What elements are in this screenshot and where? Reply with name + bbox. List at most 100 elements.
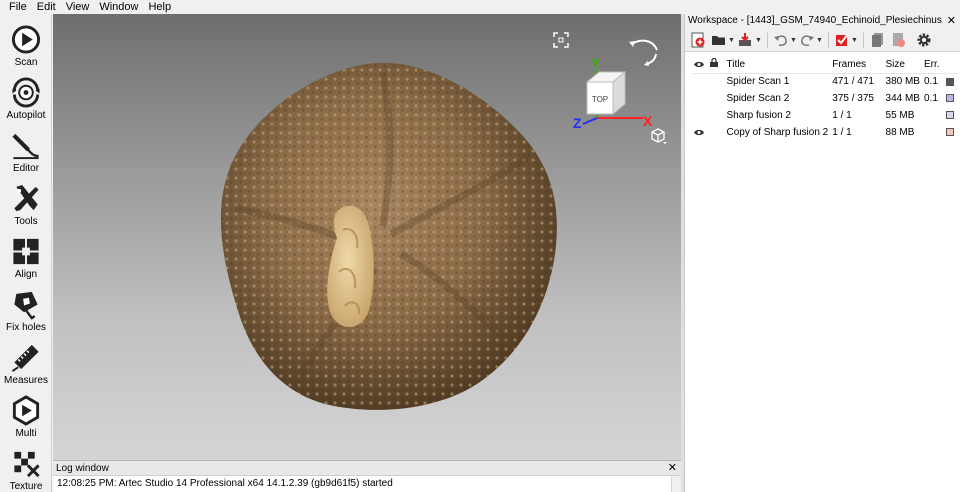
delete-icon[interactable]: [890, 32, 906, 48]
tool-label: Tools: [14, 216, 38, 227]
frames-column-header[interactable]: Frames: [830, 56, 884, 74]
chevron-down-icon[interactable]: ▼: [728, 37, 735, 44]
title-cell: Sharp fusion 2: [726, 110, 792, 121]
title-cell: Copy of Sharp fusion 2: [726, 127, 829, 138]
lock-column-header[interactable]: [707, 56, 725, 74]
toolbar-separator: [828, 32, 829, 48]
log-window-titlebar: Log window ✕: [53, 461, 681, 476]
err-cell: [922, 107, 944, 124]
visibility-cell[interactable]: [692, 73, 708, 90]
err-cell: 0.1: [923, 93, 938, 104]
chevron-down-icon[interactable]: ▼: [851, 37, 858, 44]
menu-bar: File Edit View Window Help: [0, 0, 684, 14]
color-cell[interactable]: [944, 90, 958, 107]
color-swatch[interactable]: [945, 94, 954, 103]
log-window: Log window ✕ 12:08:25 PM: Artec Studio 1…: [53, 460, 681, 492]
table-row[interactable]: Copy of Sharp fusion 2 1 / 1 88 MB: [692, 124, 958, 141]
menu-help[interactable]: Help: [143, 0, 176, 14]
close-icon[interactable]: ✕: [668, 461, 677, 475]
tool-label: Align: [14, 269, 38, 280]
redo-icon[interactable]: [799, 32, 815, 48]
size-cell: 344 MB: [885, 93, 920, 104]
import-icon[interactable]: [737, 32, 753, 48]
tool-tools[interactable]: Tools: [0, 175, 52, 227]
color-cell[interactable]: [944, 124, 958, 141]
tool-label: Editor: [12, 163, 40, 174]
workspace-titlebar: Workspace - [1443]_GSM_74940_Echinoid_Pl…: [685, 14, 960, 28]
visibility-column-header[interactable]: [692, 56, 708, 74]
tool-autopilot[interactable]: Autopilot: [0, 69, 52, 121]
eye-icon: [694, 129, 704, 135]
fit-to-view-icon[interactable]: [553, 32, 569, 48]
tool-measures[interactable]: Measures: [0, 334, 52, 386]
tool-editor[interactable]: Editor: [0, 122, 52, 174]
menu-file[interactable]: File: [4, 0, 32, 14]
tool-label: Texture: [9, 481, 43, 492]
tool-texture[interactable]: Texture: [0, 440, 52, 492]
table-row[interactable]: Sharp fusion 2 1 / 1 55 MB: [692, 107, 958, 124]
lock-cell[interactable]: [708, 107, 725, 124]
undo-icon[interactable]: [773, 32, 789, 48]
new-project-icon[interactable]: [690, 32, 706, 48]
color-column-header: [943, 56, 958, 74]
align-icon: [13, 238, 39, 265]
multi-icon: [12, 395, 40, 426]
size-cell: 88 MB: [885, 127, 915, 138]
visibility-cell[interactable]: [692, 90, 708, 107]
texture-icon: [14, 451, 40, 478]
visibility-cell[interactable]: [692, 124, 708, 141]
color-swatch[interactable]: [945, 111, 954, 120]
tool-label: Autopilot: [6, 110, 46, 121]
tool-scan[interactable]: Scan: [0, 16, 52, 68]
close-icon[interactable]: ✕: [947, 14, 956, 28]
gear-icon[interactable]: [916, 32, 932, 48]
visibility-cell[interactable]: [692, 107, 708, 124]
open-folder-icon[interactable]: [711, 32, 727, 48]
z-axis-label: Z: [573, 115, 582, 131]
workspace-toolbar: ▼ ▼ ▼ ▼ ▼: [685, 28, 960, 52]
measures-icon: [11, 344, 39, 372]
chevron-down-icon[interactable]: ▼: [790, 37, 797, 44]
err-column-header[interactable]: Err.: [921, 56, 944, 74]
tool-fix-holes[interactable]: Fix holes: [0, 281, 52, 333]
color-cell[interactable]: [944, 73, 958, 90]
menu-window[interactable]: Window: [94, 0, 143, 14]
tool-label: Multi: [15, 428, 37, 439]
size-column-header[interactable]: Size: [883, 56, 922, 74]
autopilot-icon: [12, 77, 40, 108]
log-scrollbar[interactable]: [671, 476, 681, 492]
size-cell: 380 MB: [885, 76, 920, 88]
chevron-down-icon[interactable]: ▼: [755, 37, 762, 44]
table-row[interactable]: Spider Scan 2 375 / 375 344 MB 0.1: [692, 90, 958, 107]
size-cell: 55 MB: [885, 110, 915, 121]
lock-cell[interactable]: [708, 73, 725, 90]
gizmo-face-label: TOP: [592, 95, 608, 104]
eraser-icon: [12, 133, 39, 160]
table-row[interactable]: Spider Scan 1 471 / 471 380 MB 0.1: [692, 73, 958, 90]
lock-icon: [709, 58, 718, 68]
frames-cell: 375 / 375: [832, 93, 874, 104]
eye-icon: [694, 61, 704, 67]
title-column-header[interactable]: Title: [724, 56, 831, 74]
menu-edit[interactable]: Edit: [32, 0, 61, 14]
workspace-panel: Workspace - [1443]_GSM_74940_Echinoid_Pl…: [684, 14, 960, 492]
echinoid-3d-model[interactable]: [215, 58, 563, 418]
play-icon: [11, 25, 41, 54]
color-swatch[interactable]: [945, 77, 954, 86]
lock-cell[interactable]: [708, 124, 725, 141]
3d-viewport[interactable]: TOP X Y Z: [53, 14, 681, 460]
color-swatch[interactable]: [945, 128, 954, 137]
perspective-cube-icon[interactable]: [648, 127, 668, 145]
frames-cell: 1 / 1: [832, 110, 852, 121]
tool-multi[interactable]: Multi: [0, 387, 52, 439]
workspace-table: Title Frames Size Err. Spider Scan 1 471…: [692, 56, 958, 141]
lock-cell[interactable]: [708, 90, 725, 107]
select-checkbox-icon[interactable]: [834, 32, 850, 48]
tool-label: Scan: [14, 57, 38, 68]
frames-cell: 1 / 1: [832, 127, 852, 138]
tool-align[interactable]: Align: [0, 228, 52, 280]
menu-view[interactable]: View: [61, 0, 95, 14]
chevron-down-icon[interactable]: ▼: [816, 37, 823, 44]
copy-icon[interactable]: [870, 32, 886, 48]
color-cell[interactable]: [944, 107, 958, 124]
